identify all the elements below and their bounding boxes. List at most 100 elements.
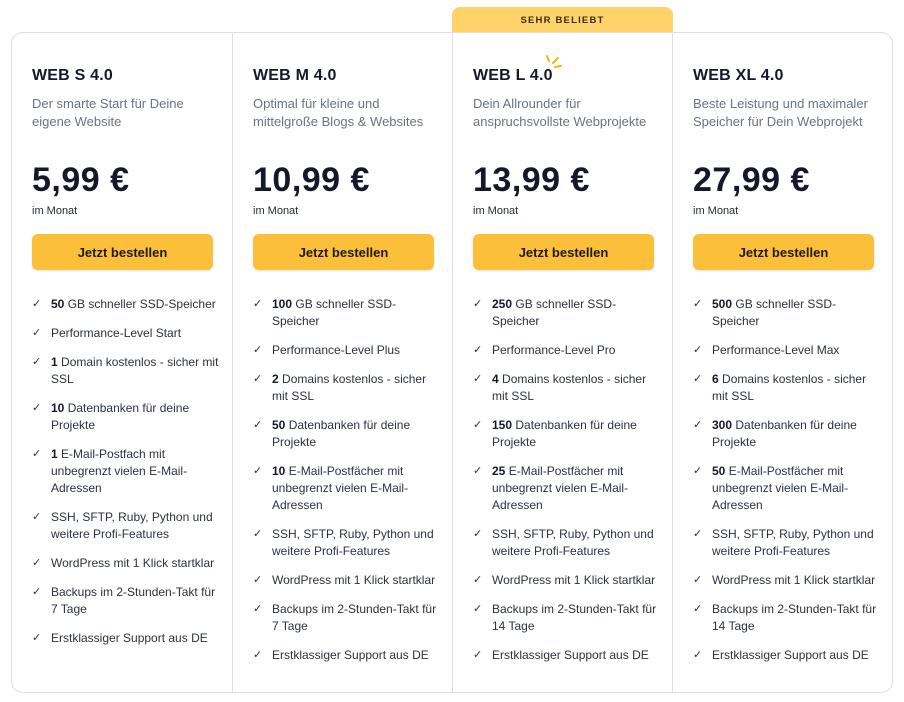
check-icon: ✓ <box>32 402 42 414</box>
check-icon: ✓ <box>253 528 263 540</box>
feature-text: Erstklassiger Support aus DE <box>51 631 208 645</box>
check-icon: ✓ <box>32 557 42 569</box>
feature-item: ✓ 1 Domain kostenlos - sicher mit SSL <box>32 354 222 388</box>
order-button[interactable]: Jetzt bestellen <box>473 234 654 270</box>
plan-description: Der smarte Start für Deine eigene Websit… <box>32 96 184 129</box>
check-icon: ✓ <box>693 528 703 540</box>
plan-card-web-l: WEB L 4.0 Dein Allrounder für anspruchsv… <box>452 33 672 692</box>
feature-text: Backups im 2-Stunden-Takt für 14 Tage <box>712 602 877 633</box>
plan-price: 13,99 € <box>473 161 590 199</box>
check-icon: ✓ <box>693 465 703 477</box>
check-icon: ✓ <box>693 603 703 615</box>
check-icon: ✓ <box>32 448 42 460</box>
feature-text: Backups im 2-Stunden-Takt für 7 Tage <box>272 602 437 633</box>
check-icon: ✓ <box>473 528 483 540</box>
feature-value: 1 <box>51 447 58 461</box>
feature-text: Erstklassiger Support aus DE <box>712 648 869 662</box>
feature-item: ✓ 100 GB schneller SSD-Speicher <box>253 296 443 330</box>
feature-text: SSH, SFTP, Ruby, Python und weitere Prof… <box>492 527 654 558</box>
plan-card-web-xl: WEB XL 4.0 Beste Leistung und maximaler … <box>672 33 892 692</box>
feature-value: 50 <box>51 297 65 311</box>
feature-item: ✓ 250 GB schneller SSD-Speicher <box>473 296 663 330</box>
sparkle-icon <box>546 55 562 68</box>
feature-text: Domain kostenlos - sicher mit SSL <box>51 355 219 386</box>
feature-item: ✓ Erstklassiger Support aus DE <box>473 647 663 664</box>
feature-item: ✓ WordPress mit 1 Klick startklar <box>32 555 222 572</box>
feature-value: 100 <box>272 297 293 311</box>
feature-item: ✓ 10 Datenbanken für deine Projekte <box>32 400 222 434</box>
feature-item: ✓ 300 Datenbanken für deine Projekte <box>693 417 883 451</box>
check-icon: ✓ <box>253 344 263 356</box>
feature-value: 6 <box>712 372 719 386</box>
feature-value: 150 <box>492 418 513 432</box>
popular-badge: SEHR BELIEBT <box>452 7 673 33</box>
check-icon: ✓ <box>473 574 483 586</box>
check-icon: ✓ <box>32 327 42 339</box>
price-period: im Monat <box>32 205 78 217</box>
feature-item: ✓ 4 Domains kostenlos - sicher mit SSL <box>473 371 663 405</box>
feature-text: Datenbanken für deine Projekte <box>51 401 190 432</box>
order-button[interactable]: Jetzt bestellen <box>693 234 874 270</box>
plan-price: 27,99 € <box>693 161 810 199</box>
check-icon: ✓ <box>253 574 263 586</box>
feature-text: Backups im 2-Stunden-Takt für 7 Tage <box>51 585 216 616</box>
order-button[interactable]: Jetzt bestellen <box>253 234 434 270</box>
feature-text: Erstklassiger Support aus DE <box>492 648 649 662</box>
feature-text: E-Mail-Postfach mit unbegrenzt vielen E-… <box>51 447 188 495</box>
feature-item: ✓ Backups im 2-Stunden-Takt für 14 Tage <box>473 601 663 635</box>
plan-price: 5,99 € <box>32 161 130 199</box>
check-icon: ✓ <box>693 298 703 310</box>
feature-value: 25 <box>492 464 506 478</box>
check-icon: ✓ <box>693 373 703 385</box>
order-button[interactable]: Jetzt bestellen <box>32 234 213 270</box>
feature-item: ✓ 1 E-Mail-Postfach mit unbegrenzt vielen… <box>32 446 222 497</box>
check-icon: ✓ <box>253 603 263 615</box>
plan-description: Optimal für kleine und mittelgroße Blogs… <box>253 96 424 129</box>
check-icon: ✓ <box>32 511 42 523</box>
feature-item: ✓ 150 Datenbanken für deine Projekte <box>473 417 663 451</box>
feature-text: Performance-Level Pro <box>492 343 616 357</box>
feature-text: Performance-Level Start <box>51 326 182 340</box>
feature-item: ✓ SSH, SFTP, Ruby, Python und weitere Pro… <box>32 509 222 543</box>
plan-description: Beste Leistung und maximaler Speicher fü… <box>693 96 868 129</box>
check-icon: ✓ <box>473 298 483 310</box>
plan-card-web-m: WEB M 4.0 Optimal für kleine und mittelg… <box>232 33 452 692</box>
feature-text: E-Mail-Postfächer mit unbegrenzt vielen … <box>492 464 629 512</box>
feature-item: ✓ Performance-Level Pro <box>473 342 663 359</box>
check-icon: ✓ <box>32 586 42 598</box>
feature-text: Domains kostenlos - sicher mit SSL <box>712 372 867 403</box>
check-icon: ✓ <box>253 649 263 661</box>
feature-value: 2 <box>272 372 279 386</box>
feature-text: WordPress mit 1 Klick startklar <box>51 556 215 570</box>
feature-text: SSH, SFTP, Ruby, Python und weitere Prof… <box>272 527 434 558</box>
feature-item: ✓ Erstklassiger Support aus DE <box>253 647 443 664</box>
price-period: im Monat <box>693 205 739 217</box>
feature-item: ✓ WordPress mit 1 Klick startklar <box>693 572 883 589</box>
feature-item: ✓ 10 E-Mail-Postfächer mit unbegrenzt vie… <box>253 463 443 514</box>
feature-value: 4 <box>492 372 499 386</box>
feature-text: WordPress mit 1 Klick startklar <box>492 573 656 587</box>
feature-list: ✓ 100 GB schneller SSD-Speicher ✓ Performan… <box>253 296 443 676</box>
plan-description: Dein Allrounder für anspruchsvollste Web… <box>473 96 647 129</box>
check-icon: ✓ <box>473 373 483 385</box>
feature-item: ✓ Backups im 2-Stunden-Takt für 7 Tage <box>253 601 443 635</box>
plan-name: WEB M 4.0 <box>253 67 337 84</box>
check-icon: ✓ <box>473 603 483 615</box>
feature-text: Performance-Level Plus <box>272 343 401 357</box>
feature-item: ✓ WordPress mit 1 Klick startklar <box>473 572 663 589</box>
feature-text: SSH, SFTP, Ruby, Python und weitere Prof… <box>712 527 874 558</box>
feature-item: ✓ Performance-Level Start <box>32 325 222 342</box>
check-icon: ✓ <box>473 344 483 356</box>
plan-name: WEB L 4.0 <box>473 67 553 84</box>
feature-item: ✓ SSH, SFTP, Ruby, Python und weitere Pro… <box>253 526 443 560</box>
feature-text: WordPress mit 1 Klick startklar <box>272 573 436 587</box>
plan-card-web-s: WEB S 4.0 Der smarte Start für Deine eig… <box>12 33 232 692</box>
check-icon: ✓ <box>473 419 483 431</box>
feature-list: ✓ 500 GB schneller SSD-Speicher ✓ Performan… <box>693 296 883 676</box>
feature-value: 10 <box>272 464 286 478</box>
feature-value: 50 <box>712 464 726 478</box>
check-icon: ✓ <box>253 419 263 431</box>
plan-price: 10,99 € <box>253 161 370 199</box>
price-period: im Monat <box>253 205 299 217</box>
check-icon: ✓ <box>32 298 42 310</box>
